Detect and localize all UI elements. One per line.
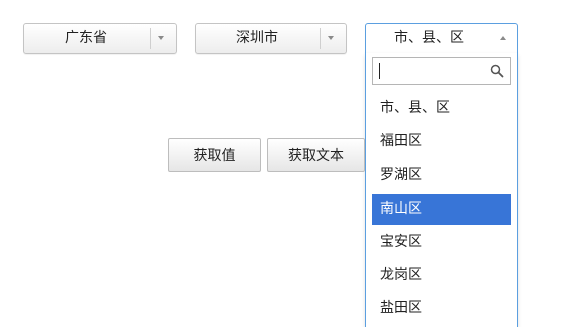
- province-select-toggle[interactable]: [150, 28, 170, 49]
- province-select[interactable]: 广东省: [23, 23, 177, 54]
- get-text-button[interactable]: 获取文本: [267, 138, 365, 172]
- province-select-value: 广东省: [65, 30, 107, 46]
- chevron-down-icon: [158, 36, 164, 40]
- search-icon: [490, 64, 504, 78]
- district-dropdown: 市、县、区 福田区 罗湖区 南山区 宝安区 龙岗区 盐田区: [365, 53, 518, 327]
- district-select-value: 市、县、区: [394, 30, 464, 46]
- district-option[interactable]: 福田区: [372, 126, 511, 157]
- district-option[interactable]: 龙岗区: [372, 260, 511, 291]
- city-select-value: 深圳市: [236, 30, 278, 46]
- district-option[interactable]: 盐田区: [372, 293, 511, 324]
- chevron-up-icon[interactable]: [500, 36, 506, 40]
- district-option-selected[interactable]: 南山区: [372, 194, 511, 225]
- district-search-input[interactable]: [372, 57, 511, 85]
- chevron-down-icon: [328, 36, 334, 40]
- text-cursor: [379, 63, 380, 79]
- district-option[interactable]: 罗湖区: [372, 160, 511, 191]
- district-option[interactable]: 宝安区: [372, 227, 511, 258]
- district-option[interactable]: 市、县、区: [372, 93, 511, 124]
- district-select[interactable]: 市、县、区: [365, 23, 518, 54]
- city-select[interactable]: 深圳市: [195, 23, 347, 54]
- get-value-button[interactable]: 获取值: [168, 138, 261, 172]
- city-select-toggle[interactable]: [320, 28, 340, 49]
